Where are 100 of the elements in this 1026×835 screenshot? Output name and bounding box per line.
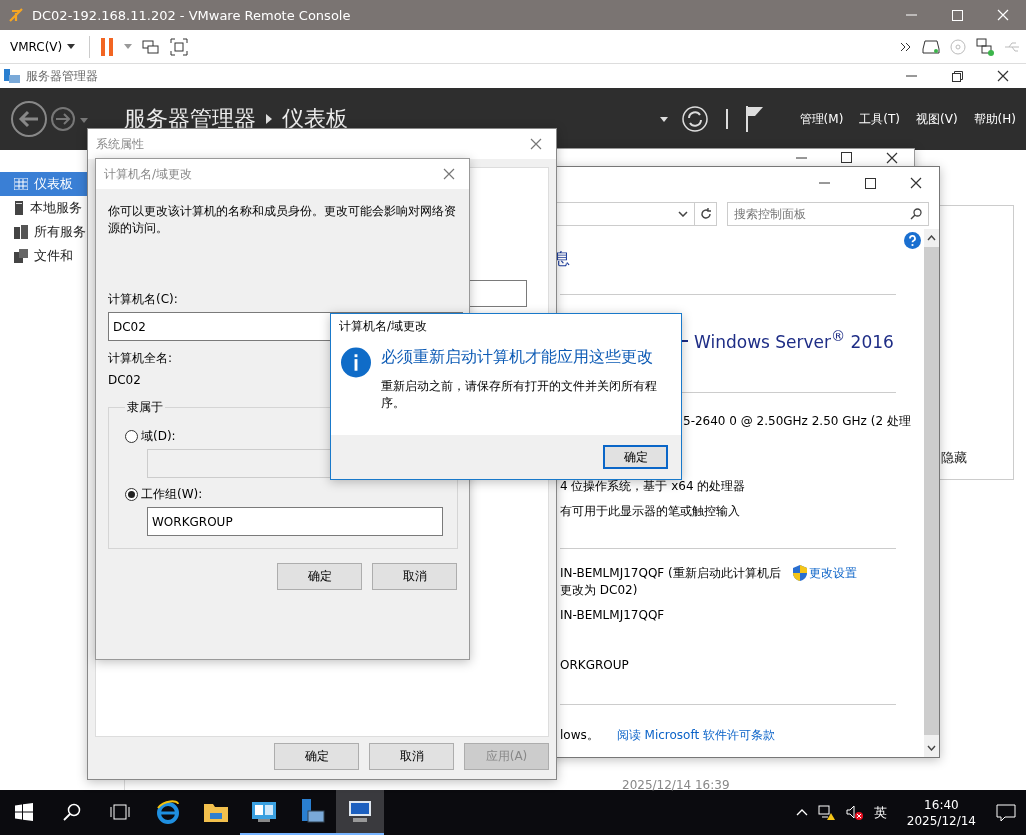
fullscreen-icon — [170, 37, 189, 56]
computer-name-value: IN-BEMLMJ17QQF (重新启动此计算机后 — [560, 564, 781, 582]
radio-option[interactable]: 域(D): — [125, 428, 443, 445]
close-icon — [443, 168, 455, 180]
radio-option[interactable]: 工作组(W): — [125, 486, 443, 503]
dialog-button[interactable]: 取消 — [369, 743, 454, 770]
page-title: 仪表板 — [282, 105, 348, 133]
back-button[interactable] — [10, 100, 48, 138]
storage-icon — [14, 249, 28, 263]
fullscreen-button[interactable] — [170, 37, 189, 56]
search-icon — [63, 802, 81, 821]
dialog-title: 计算机名/域更改 — [339, 318, 429, 335]
help-icon[interactable] — [904, 232, 921, 249]
pen-touch-value: 有可用于此显示器的笔或触控输入 — [560, 502, 740, 520]
caret-icon — [67, 44, 76, 49]
description-text: 你可以更改该计算机的名称和成员身份。更改可能会影响对网络资源的访问。 — [108, 203, 457, 237]
window-title: DC02-192.168.11.202 - VMware Remote Console — [32, 7, 352, 23]
forward-button[interactable] — [50, 106, 76, 132]
server-toolbox-icon — [299, 798, 325, 825]
timestamp: 2025/12/14 16:39 — [622, 778, 730, 792]
more-button[interactable] — [900, 41, 912, 52]
close-icon — [997, 70, 1009, 82]
header-menu[interactable]: 管理(M) — [799, 110, 844, 128]
close-icon — [910, 177, 922, 189]
windows-icon — [15, 802, 33, 821]
dialog-button[interactable]: 确定 — [274, 743, 359, 770]
message-text: 重新启动之前，请保存所有打开的文件并关闭所有程序。 — [381, 378, 658, 412]
close-icon — [530, 138, 542, 150]
dialog-button[interactable]: 取消 — [372, 563, 457, 590]
member-field[interactable]: WORKGROUP — [147, 507, 443, 536]
close-icon — [997, 9, 1009, 21]
header-menu[interactable]: 视图(V) — [916, 110, 958, 128]
servers-icon — [14, 225, 28, 239]
network-warning-icon — [817, 804, 836, 821]
minimize-icon — [905, 14, 917, 16]
minimize-icon — [905, 75, 917, 77]
search-icon — [910, 208, 922, 220]
network-icon — [976, 37, 994, 56]
workgroup-value: ORKGROUP — [560, 656, 629, 674]
restore-icon — [951, 70, 963, 82]
folder-icon — [204, 801, 228, 822]
scroll-up-icon — [927, 235, 936, 241]
monitor-icon — [347, 800, 373, 823]
usb-icon — [1004, 40, 1020, 53]
maximize-icon — [841, 152, 852, 163]
pause-button[interactable] — [100, 37, 115, 56]
sidebar-item[interactable]: 文件和 — [0, 244, 124, 268]
refresh-button[interactable] — [681, 106, 708, 132]
change-settings-link[interactable]: 更改设置 — [808, 564, 857, 582]
caret-icon — [124, 44, 133, 49]
drive-icon — [922, 39, 940, 54]
minimize-icon — [818, 182, 830, 184]
minimize-icon — [796, 156, 807, 159]
hide-link[interactable]: 隐藏 — [941, 449, 967, 467]
system-type-value: 4 位操作系统，基于 x64 的处理器 — [560, 477, 746, 495]
field-label: 计算机名(C): — [108, 291, 178, 308]
dialog-title: 系统属性 — [96, 135, 145, 153]
computers-icon — [142, 37, 161, 56]
ok-button[interactable]: 确定 — [603, 445, 668, 469]
caret-icon — [80, 118, 88, 123]
header-menu[interactable]: 帮助(H) — [973, 110, 1016, 128]
activation-text: lows。 — [560, 726, 599, 744]
scrollbar[interactable] — [924, 229, 939, 757]
refresh-icon — [681, 106, 708, 132]
chevron-down-icon — [678, 211, 688, 217]
search-field[interactable]: 搜索控制面板 — [727, 202, 929, 226]
logo-icon — [8, 7, 24, 23]
license-link[interactable]: 阅读 Microsoft 软件许可条款 — [616, 726, 775, 744]
computer-name-value: 更改为 DC02) — [560, 581, 638, 599]
drive-button[interactable] — [922, 39, 940, 54]
input-method-indicator[interactable]: 英 — [873, 803, 887, 822]
notification-icon — [996, 803, 1016, 822]
network-button[interactable] — [976, 37, 994, 56]
message-heading: 必须重新启动计算机才能应用这些更改 — [381, 347, 654, 368]
info-icon — [341, 347, 371, 378]
taskbar-app[interactable] — [336, 790, 384, 835]
maximize-icon — [951, 9, 963, 21]
clock[interactable]: 16:40 2025/12/14 — [906, 796, 976, 829]
vmrc-menu[interactable]: VMRC(V) — [6, 37, 80, 56]
double-chevron-icon — [900, 41, 912, 52]
disc-icon — [950, 38, 966, 55]
browser-icon — [156, 799, 180, 824]
refresh-icon — [699, 208, 712, 220]
server-icon — [14, 201, 24, 215]
header-menu[interactable]: 工具(T) — [859, 110, 901, 128]
volume-muted-icon — [845, 804, 864, 821]
grid-icon — [14, 178, 28, 190]
shield-icon — [792, 565, 807, 582]
notifications-button[interactable] — [745, 106, 764, 132]
app-title: 服务器管理器 — [26, 67, 99, 85]
app-icon — [4, 69, 20, 83]
close-icon — [885, 151, 898, 164]
full-name-value: IN-BEMLMJ17QQF — [560, 606, 665, 624]
send-keys-button[interactable] — [142, 37, 161, 56]
field-label: 计算机全名: — [108, 350, 173, 367]
maximize-icon — [864, 177, 876, 189]
flag-icon — [745, 106, 764, 132]
task-view-icon — [110, 803, 130, 820]
breadcrumb-arrow-icon — [266, 114, 272, 124]
dialog-button[interactable]: 确定 — [277, 563, 362, 590]
